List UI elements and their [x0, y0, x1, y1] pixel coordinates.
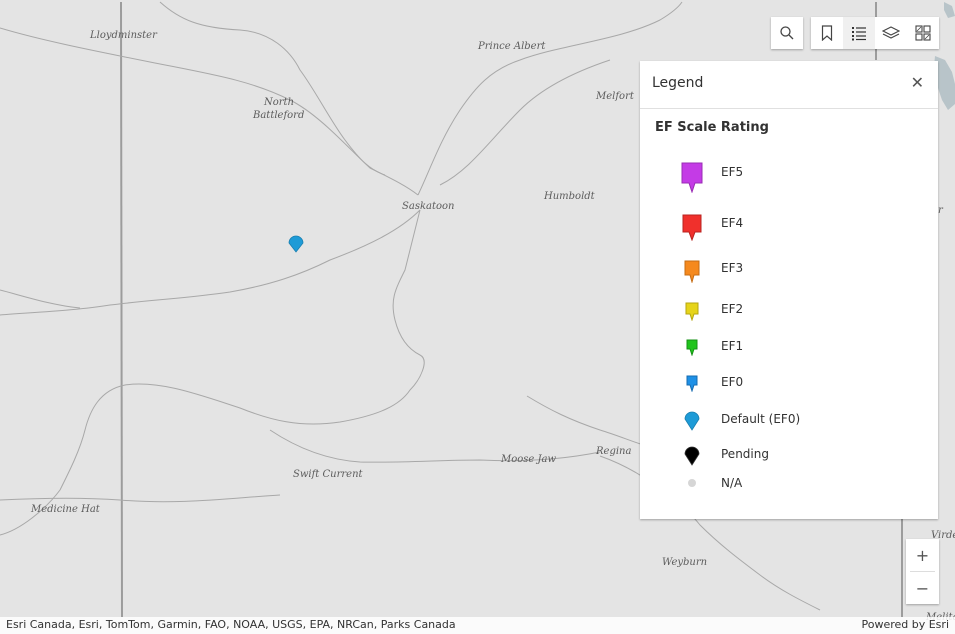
ef2-symbol-icon	[680, 301, 704, 321]
place-label-north-battleford-line2: Battleford	[253, 110, 305, 121]
legend-layer-title: EF Scale Rating	[655, 120, 769, 135]
zoom-out-button[interactable]: −	[906, 572, 939, 604]
basemap-gallery-icon	[915, 25, 931, 41]
search-button[interactable]	[771, 17, 803, 49]
legend-label: N/A	[721, 476, 743, 490]
layer-list-button[interactable]	[875, 17, 907, 49]
basemap-gallery-button[interactable]	[907, 17, 939, 49]
layers-icon	[882, 26, 900, 39]
legend-button[interactable]	[843, 17, 875, 49]
legend-label: EF3	[721, 261, 744, 275]
legend-title: Legend	[652, 75, 704, 91]
place-label-moose-jaw: Moose Jaw	[501, 454, 557, 465]
bookmark-icon	[821, 25, 833, 41]
ef0-symbol-icon	[680, 374, 704, 392]
default-ef0-symbol-icon	[680, 411, 704, 431]
place-label-prince-albert: Prince Albert	[478, 41, 546, 52]
ef4-symbol-icon	[680, 213, 704, 241]
place-label-saskatoon: Saskatoon	[402, 201, 455, 212]
attribution-bar: Esri Canada, Esri, TomTom, Garmin, FAO, …	[0, 617, 955, 634]
legend-label: EF5	[721, 165, 744, 179]
ef1-symbol-icon	[680, 338, 704, 356]
legend-label: EF4	[721, 216, 744, 230]
powered-by-esri-link[interactable]: Powered by Esri	[861, 618, 949, 631]
place-label-regina: Regina	[596, 446, 632, 457]
place-label-weyburn: Weyburn	[662, 557, 708, 568]
place-label-melfort: Melfort	[596, 91, 634, 102]
attribution-text[interactable]: Esri Canada, Esri, TomTom, Garmin, FAO, …	[6, 618, 456, 631]
place-label-swift-current: Swift Current	[293, 469, 363, 480]
legend-label: EF2	[721, 302, 744, 316]
place-label-medicine-hat: Medicine Hat	[31, 504, 100, 515]
legend-panel: Legend ✕ EF Scale Rating EF5 EF4 EF3 EF2…	[640, 61, 938, 519]
legend-label: EF1	[721, 339, 744, 353]
legend-label: Default (EF0)	[721, 412, 801, 426]
place-label-north-battleford-line1: North	[264, 97, 295, 108]
legend-label: EF0	[721, 375, 744, 389]
zoom-in-button[interactable]: +	[906, 539, 939, 571]
place-label-yorkton-partial: r	[938, 205, 943, 216]
legend-label: Pending	[721, 447, 769, 461]
ef5-symbol-icon	[680, 161, 704, 193]
place-label-lloydminster: Lloydminster	[90, 30, 157, 41]
search-icon	[780, 26, 794, 40]
pending-symbol-icon	[680, 446, 704, 466]
legend-list-icon	[852, 27, 866, 41]
close-icon[interactable]: ✕	[911, 75, 924, 91]
zoom-control: + −	[906, 539, 939, 604]
na-symbol-icon	[680, 478, 704, 488]
place-label-humboldt: Humboldt	[544, 191, 595, 202]
bookmarks-button[interactable]	[811, 17, 843, 49]
legend-header: Legend ✕	[640, 61, 938, 109]
ef3-symbol-icon	[680, 259, 704, 283]
widget-toolbar	[811, 17, 939, 49]
